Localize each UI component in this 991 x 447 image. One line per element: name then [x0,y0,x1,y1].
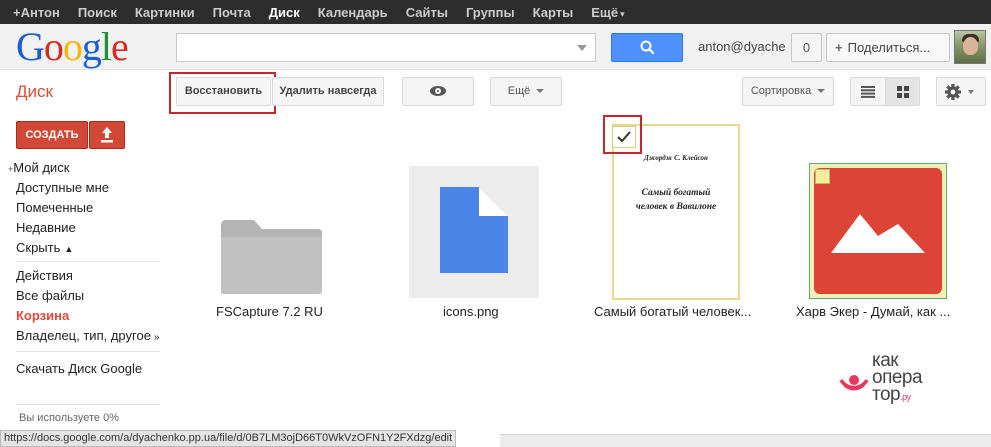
sidebar-divider [16,261,160,262]
eye-icon [430,86,446,96]
settings-button[interactable] [936,77,986,106]
sidebar-item-hide[interactable]: Скрыть ▲ [16,240,73,255]
topbar-link-search[interactable]: Поиск [69,5,126,20]
watermark-text: тор.ру [872,384,911,406]
folder-icon [221,220,322,294]
google-bar: +Антон Поиск Картинки Почта Диск Календа… [0,0,991,24]
chevron-down-icon [536,89,545,94]
grid-view-button[interactable] [885,77,920,106]
chevron-down-icon [817,89,826,94]
plus-icon: + [835,40,843,55]
logo-letter: e [111,24,129,69]
signal-icon [839,375,869,391]
upload-button[interactable] [89,121,125,149]
logo-letter: o [43,24,64,69]
highlight-frame [169,72,276,114]
sidebar-item-trash[interactable]: Корзина [16,308,69,323]
logo-letter: o [62,24,83,69]
document-blue-icon [440,187,508,273]
chevron-up-icon: ▲ [64,244,74,254]
account-email[interactable]: anton@dyachenko.pp.ua [698,39,786,54]
topbar-link-images[interactable]: Картинки [126,5,204,20]
sidebar-item-all-files[interactable]: Все файлы [16,288,84,303]
sidebar-item-activity[interactable]: Действия [16,268,73,283]
search-button[interactable] [611,33,683,62]
more-actions-label: Ещё [507,85,531,97]
grid-view-icon [896,86,909,98]
file-checkbox[interactable] [815,169,830,184]
file-name[interactable]: Харв Экер - Думай, как ... [796,304,950,319]
file-name[interactable]: Самый богатый человек... [594,304,751,319]
topbar-link-maps[interactable]: Карты [524,5,583,20]
highlight-frame [603,115,642,154]
avatar-face [963,37,978,55]
preview-button[interactable] [402,77,474,106]
sidebar-divider [16,404,160,405]
chevron-down-icon[interactable] [577,45,587,51]
sidebar-item-label: Мой диск [13,160,70,175]
google-logo[interactable]: Google [16,24,129,69]
picture-thumbnail [814,168,942,294]
page-title[interactable]: Диск [16,82,53,102]
sort-label: Сортировка [750,85,812,97]
sidebar-item-recent[interactable]: Недавние [16,220,76,235]
list-view-icon [861,86,875,98]
sidebar-divider [16,351,160,352]
storage-usage-text: Вы используете 0% [19,412,119,424]
watermark-logo: как опера тор.ру [838,351,948,406]
topbar-link-sites[interactable]: Сайты [397,5,457,20]
sidebar-item-label: Скрыть [16,240,61,255]
header: Google anton@dyachenko.pp.ua 0 + Поделить… [0,24,991,70]
topbar-more-label: Ещё [591,4,619,20]
avatar[interactable] [954,30,986,64]
topbar-link-mail[interactable]: Почта [204,5,260,20]
file-name[interactable]: FSCapture 7.2 RU [216,304,323,319]
topbar-link-groups[interactable]: Группы [457,5,524,20]
sidebar-item-my-drive[interactable]: +Мой диск [8,160,69,175]
file-item-picture[interactable] [809,163,947,299]
share-label: Поделиться... [847,40,931,55]
logo-letter: G [16,24,45,69]
topbar-link-calendar[interactable]: Календарь [309,5,397,20]
logo-letter: l [100,24,112,69]
more-actions-button[interactable]: Ещё [490,77,562,106]
topbar-link-profile[interactable]: +Антон [4,5,69,20]
gear-icon [945,84,974,100]
delete-forever-button[interactable]: Удалить навсегда [272,77,384,106]
chevron-right-icon: » [153,332,160,343]
file-item-folder[interactable] [218,217,324,295]
sidebar-item-label: Владелец, тип, другое [16,328,151,343]
topbar-link-drive[interactable]: Диск [260,5,309,20]
list-view-button[interactable] [850,77,886,106]
topbar-link-more[interactable]: Ещё ▾ [582,5,633,20]
watermark-text-main: тор [872,384,901,405]
doc-title: Самый богатый человек в Вавилоне [635,188,717,212]
chevron-down-icon: ▾ [620,8,625,19]
file-item-image[interactable] [409,166,539,298]
doc-author: Джордж С. Клейсон [644,154,708,162]
logo-letter: g [81,24,102,69]
share-button[interactable]: + Поделиться... [826,33,950,62]
search-input[interactable] [176,33,596,62]
search-icon [640,40,655,55]
status-url: https://docs.google.com/a/dyachenko.pp.u… [0,430,457,447]
sidebar-item-owner-type-more[interactable]: Владелец, тип, другое» [16,328,159,343]
mountain-image-icon [831,214,925,253]
sidebar-item-shared-with-me[interactable]: Доступные мне [16,180,109,195]
watermark-suffix: .ру [900,392,911,402]
upload-icon [101,127,113,143]
sort-button[interactable]: Сортировка [742,77,834,106]
sidebar-item-starred[interactable]: Помеченные [16,200,93,215]
notification-count-button[interactable]: 0 [791,33,822,62]
horizontal-scrollbar[interactable] [500,434,991,447]
file-name[interactable]: icons.png [443,304,499,319]
create-button[interactable]: СОЗДАТЬ [16,121,88,149]
download-drive-link[interactable]: Скачать Диск Google [16,361,142,376]
